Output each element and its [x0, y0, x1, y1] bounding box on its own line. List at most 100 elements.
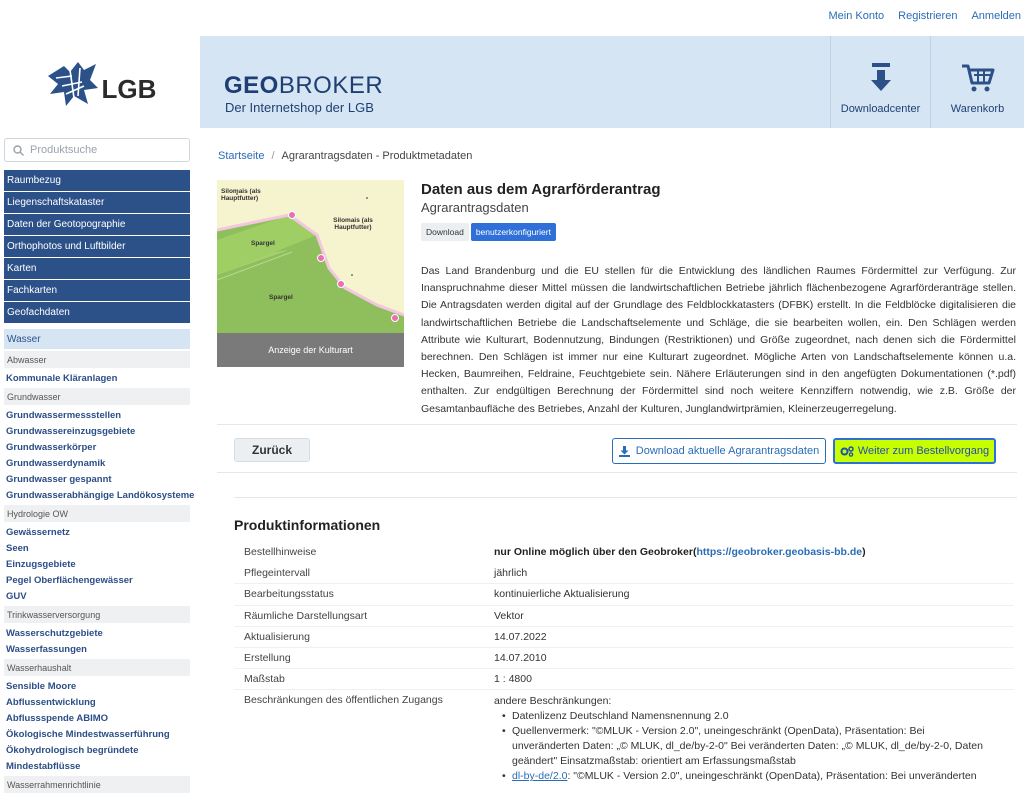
info-key: Bearbeitungsstatus [244, 588, 334, 601]
geobroker-brand[interactable]: GEOBROKER [224, 74, 383, 98]
sidebar-subitem-pegel-oberflachengewasser[interactable]: Pegel Oberflächengewässer [6, 572, 200, 588]
info-row-pflegeintervall: Pflegeintervall jährlich [234, 562, 1014, 583]
product-search-input[interactable]: Produktsuche [4, 138, 190, 162]
info-value: nur Online möglich über den Geobroker(ht… [494, 546, 866, 558]
order-hint-text: nur Online möglich über den Geobroker( [494, 545, 697, 558]
sidebar-subitem-mindestabflusse[interactable]: Mindestabflüsse [6, 758, 200, 774]
sidebar-category-wasserhaushalt[interactable]: Wasserhaushalt [4, 659, 190, 676]
info-value: kontinuierliche Aktualisierung [494, 588, 630, 601]
info-row-erstellung: Erstellung 14.07.2010 [234, 646, 1014, 668]
sidebar-subitem-gewassernetz[interactable]: Gewässernetz [6, 524, 200, 540]
restriction-item: Quellenvermerk: "©MLUK - Version 2.0", u… [502, 724, 994, 769]
download-data-label: Download aktuelle Agrarantragsdaten [635, 445, 820, 457]
info-rows: Pflegeintervall jährlich Bearbeitungsstatu… [234, 562, 1014, 689]
sidebar-subitem-grundwassermessstellen[interactable]: Grundwassermessstellen [6, 407, 200, 423]
sidebar-subitem-abflussentwicklung[interactable]: Abflussentwicklung [6, 694, 200, 710]
logo-text: LGB [101, 73, 157, 104]
info-row-beschraenkungen: Beschränkungen des öffentlichen Zugangs … [234, 689, 1014, 784]
warenkorb-button[interactable]: Warenkorb [930, 36, 1024, 128]
sidebar-subitem-sensible-moore[interactable]: Sensible Moore [6, 678, 200, 694]
order-button[interactable]: Weiter zum Bestellvorgang [833, 438, 996, 464]
sidebar-subitem-okologische-mindestwasserfuhrung[interactable]: Ökologische Mindestwasserführung [6, 726, 200, 742]
sidebar-subitem-okohydrologisch-begrundete[interactable]: Ökohydrologisch begründete [6, 742, 200, 758]
sidebar-subitem-grundwasser-gespannt[interactable]: Grundwasser gespannt [6, 471, 200, 487]
download-data-button[interactable]: Download aktuelle Agrarantragsdaten [612, 438, 826, 464]
sidebar-subitem-einzugsgebiete[interactable]: Einzugsgebiete [6, 556, 200, 572]
info-value: 14.07.2010 [494, 652, 547, 665]
sidebar-subitem-kommunale-klaranlagen[interactable]: Kommunale Kläranlagen [6, 370, 200, 386]
sidebar-category-grundwasser[interactable]: Grundwasser [4, 388, 190, 405]
thumbnail-caption: Anzeige der Kulturart [217, 333, 404, 367]
warenkorb-label: Warenkorb [950, 103, 1005, 115]
download-arrow-icon [870, 63, 891, 91]
license-link[interactable]: dl-by-de/2.0 [512, 770, 567, 782]
sidebar-item-geofachdaten[interactable]: Geofachdaten [4, 302, 190, 323]
map-label-spargel-1: Spargel [251, 240, 275, 247]
map-label-silomais-1: Silomais (als Hauptfutter) [221, 188, 261, 202]
geobroker-link[interactable]: https://geobroker.geobasis-bb.de [696, 546, 862, 558]
category-nav: Raumbezug Liegenschaftskataster Daten der … [0, 170, 200, 323]
info-key: Erstellung [244, 652, 291, 665]
shopping-cart-icon [961, 64, 994, 92]
sidebar-item-fachkarten[interactable]: Fachkarten [4, 280, 190, 301]
info-key: Maßstab [244, 673, 285, 686]
downloadcenter-button[interactable]: Downloadcenter [830, 36, 930, 128]
brand-bold: GEO [224, 72, 279, 99]
restrictions-intro: andere Beschränkungen: [494, 695, 612, 708]
my-account-link[interactable]: Mein Konto [828, 10, 884, 22]
sidebar-subitem-wasserfassungen[interactable]: Wasserfassungen [6, 641, 200, 657]
restriction-item: Datenlizenz Deutschland Namensnennung 2.… [502, 709, 994, 724]
lgb-logo[interactable]: LGB [0, 36, 200, 128]
info-row-aktualisierung: Aktualisierung 14.07.2022 [234, 625, 1014, 647]
download-icon [618, 445, 630, 457]
sidebar-item-liegenschaftskataster[interactable]: Liegenschaftskataster [4, 192, 190, 213]
restriction-item: dl-by-de/2.0: "©MLUK - Version 2.0", une… [502, 769, 994, 784]
info-row-ma-stab: Maßstab 1 : 4800 [234, 668, 1014, 689]
info-key: Räumliche Darstellungsart [244, 609, 368, 622]
sidebar-subitem-abflussspende-abimo[interactable]: Abflussspende ABIMO [6, 710, 200, 726]
sidebar-subitem-grundwasserkorper[interactable]: Grundwasserkörper [6, 439, 200, 455]
sidebar-subitem-grundwasserabhangige-landokosysteme[interactable]: Grundwasserabhängige Landökosysteme [6, 487, 200, 503]
divider-bottom [217, 472, 1017, 473]
restriction-text: : "©MLUK - Version 2.0", uneingeschränkt… [567, 770, 977, 783]
sidebar-category-wasserrahmenrichtlinie[interactable]: Wasserrahmenrichtlinie [4, 776, 190, 793]
info-row-bearbeitungsstatus: Bearbeitungsstatus kontinuierliche Aktual… [234, 583, 1014, 604]
lgb-emblem-icon [47, 62, 98, 106]
breadcrumb-current: Agrarantragsdaten - Produktmetadaten [281, 150, 473, 162]
sidebar-subitem-seen[interactable]: Seen [6, 540, 200, 556]
product-description: Das Land Brandenburg und die EU stellen … [421, 265, 1016, 415]
back-button[interactable]: Zurück [234, 438, 310, 462]
product-subtitle: Agrarantragsdaten [421, 200, 529, 215]
search-placeholder: Produktsuche [30, 144, 98, 156]
sidebar-category-abwasser[interactable]: Abwasser [4, 351, 190, 368]
sidebar-item-raumbezug[interactable]: Raumbezug [4, 170, 190, 191]
info-value: 14.07.2022 [494, 630, 547, 643]
info-value: Vektor [494, 609, 524, 622]
sidebar-subitem-guv[interactable]: GUV [6, 588, 200, 604]
info-value: 1 : 4800 [494, 673, 532, 686]
breadcrumb-separator: / [271, 150, 275, 162]
divider-info [234, 497, 1017, 498]
register-link[interactable]: Registrieren [898, 10, 957, 22]
info-key: Pflegeintervall [244, 566, 310, 579]
login-link[interactable]: Anmelden [971, 10, 1021, 22]
sidebar-subitem-grundwasserdynamik[interactable]: Grundwasserdynamik [6, 455, 200, 471]
info-key: Aktualisierung [244, 630, 310, 643]
sidebar-category-trinkwasserversorgung[interactable]: Trinkwasserversorgung [4, 606, 190, 623]
product-tags: Download benutzerkonfiguriert [421, 223, 556, 241]
gears-icon [840, 445, 854, 457]
sidebar-item-wasser[interactable]: Wasser [4, 329, 190, 349]
info-key: Bestellhinweise [244, 545, 317, 558]
sidebar-subitem-wasserschutzgebiete[interactable]: Wasserschutzgebiete [6, 625, 200, 641]
map-label-spargel-2: Spargel [269, 294, 293, 301]
info-row-bestellhinweise: Bestellhinweise nur Online möglich über … [234, 541, 1014, 562]
sidebar-item-daten-der-geotopographie[interactable]: Daten der Geotopographie [4, 214, 190, 235]
sidebar: Produktsuche Raumbezug Liegenschaftskatas… [0, 128, 200, 802]
sidebar-item-karten[interactable]: Karten [4, 258, 190, 279]
sidebar-category-hydrologie-ow[interactable]: Hydrologie OW [4, 505, 190, 522]
sidebar-subitem-grundwassereinzugsgebiete[interactable]: Grundwassereinzugsgebiete [6, 423, 200, 439]
breadcrumb-home-link[interactable]: Startseite [218, 150, 264, 162]
order-hint-suffix: ) [862, 545, 866, 558]
tag-benutzerkonfiguriert: benutzerkonfiguriert [470, 223, 556, 241]
sidebar-item-orthophotos-und-luftbilder[interactable]: Orthophotos und Luftbilder [4, 236, 190, 257]
